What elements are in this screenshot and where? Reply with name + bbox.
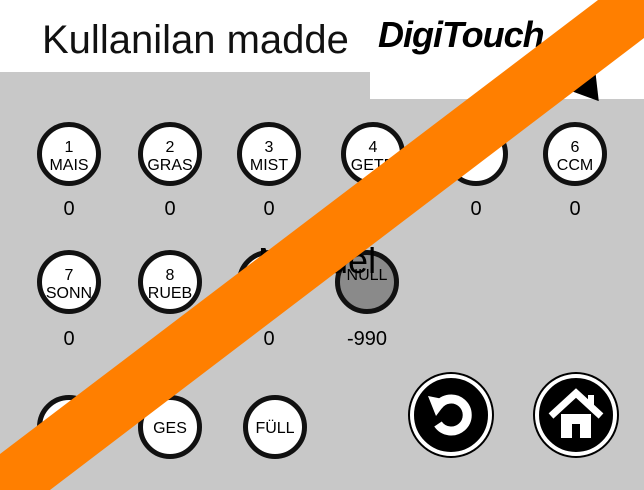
material-value: 0 — [569, 198, 581, 220]
button-label: FÜLL — [255, 420, 295, 437]
material-value: 0 — [164, 328, 176, 350]
material-button-gras[interactable]: 2 GRAS — [138, 122, 202, 186]
home-icon — [548, 388, 604, 438]
material-value: -990 — [346, 328, 388, 350]
reset-button[interactable]: RE — [37, 395, 101, 459]
material-value: 0 — [63, 328, 75, 350]
button-label: RUEB — [147, 285, 193, 302]
fill-button[interactable]: FÜLL — [243, 395, 307, 459]
button-label: MAIS — [49, 157, 89, 174]
logo-panel: DigiTouch — [370, 0, 644, 102]
material-button-getr[interactable]: 4 GETR — [341, 122, 405, 186]
button-number: 1 — [64, 139, 74, 156]
material-value: 0 — [263, 328, 275, 350]
button-label: MIST — [249, 157, 289, 174]
page-title: Kullanilan madde — [42, 18, 349, 62]
material-button-mais[interactable]: 1 MAIS — [37, 122, 101, 186]
button-label: CCM — [556, 157, 594, 174]
button-number: 4 — [368, 139, 378, 156]
button-number: 6 — [570, 139, 580, 156]
material-button-5[interactable]: S — [444, 122, 508, 186]
material-button-rueb[interactable]: 8 RUEB — [138, 250, 202, 314]
brand-logo: DigiTouch — [378, 14, 545, 55]
button-number: 2 — [165, 139, 175, 156]
button-number: 7 — [64, 267, 74, 284]
screen: Kullanilan madde DigiTouch 1 MAIS 0 2 GR… — [0, 0, 644, 490]
material-button-sonn[interactable]: 7 SONN — [37, 250, 101, 314]
home-button[interactable] — [535, 374, 617, 456]
button-label: GRAS — [147, 157, 193, 174]
logo-triangle-icon — [564, 54, 612, 102]
button-label: RE — [57, 420, 81, 437]
button-label: GES — [153, 420, 187, 437]
material-button-mist[interactable]: 3 MIST — [237, 122, 301, 186]
material-value: 0 — [470, 198, 482, 220]
button-label: GETR — [350, 157, 396, 174]
button-label: SONN — [45, 285, 93, 302]
button-number: 3 — [264, 139, 274, 156]
material-value: 0 — [367, 198, 379, 220]
back-button[interactable] — [410, 374, 492, 456]
material-value: 0 — [164, 198, 176, 220]
total-button[interactable]: GES — [138, 395, 202, 459]
button-label: S — [470, 139, 482, 156]
material-value: 0 — [63, 198, 75, 220]
manual-label: Manüel — [258, 240, 377, 281]
back-arrow-icon — [428, 394, 472, 436]
button-number: 8 — [165, 267, 175, 284]
material-button-ccm[interactable]: 6 CCM — [543, 122, 607, 186]
material-value: 0 — [263, 198, 275, 220]
